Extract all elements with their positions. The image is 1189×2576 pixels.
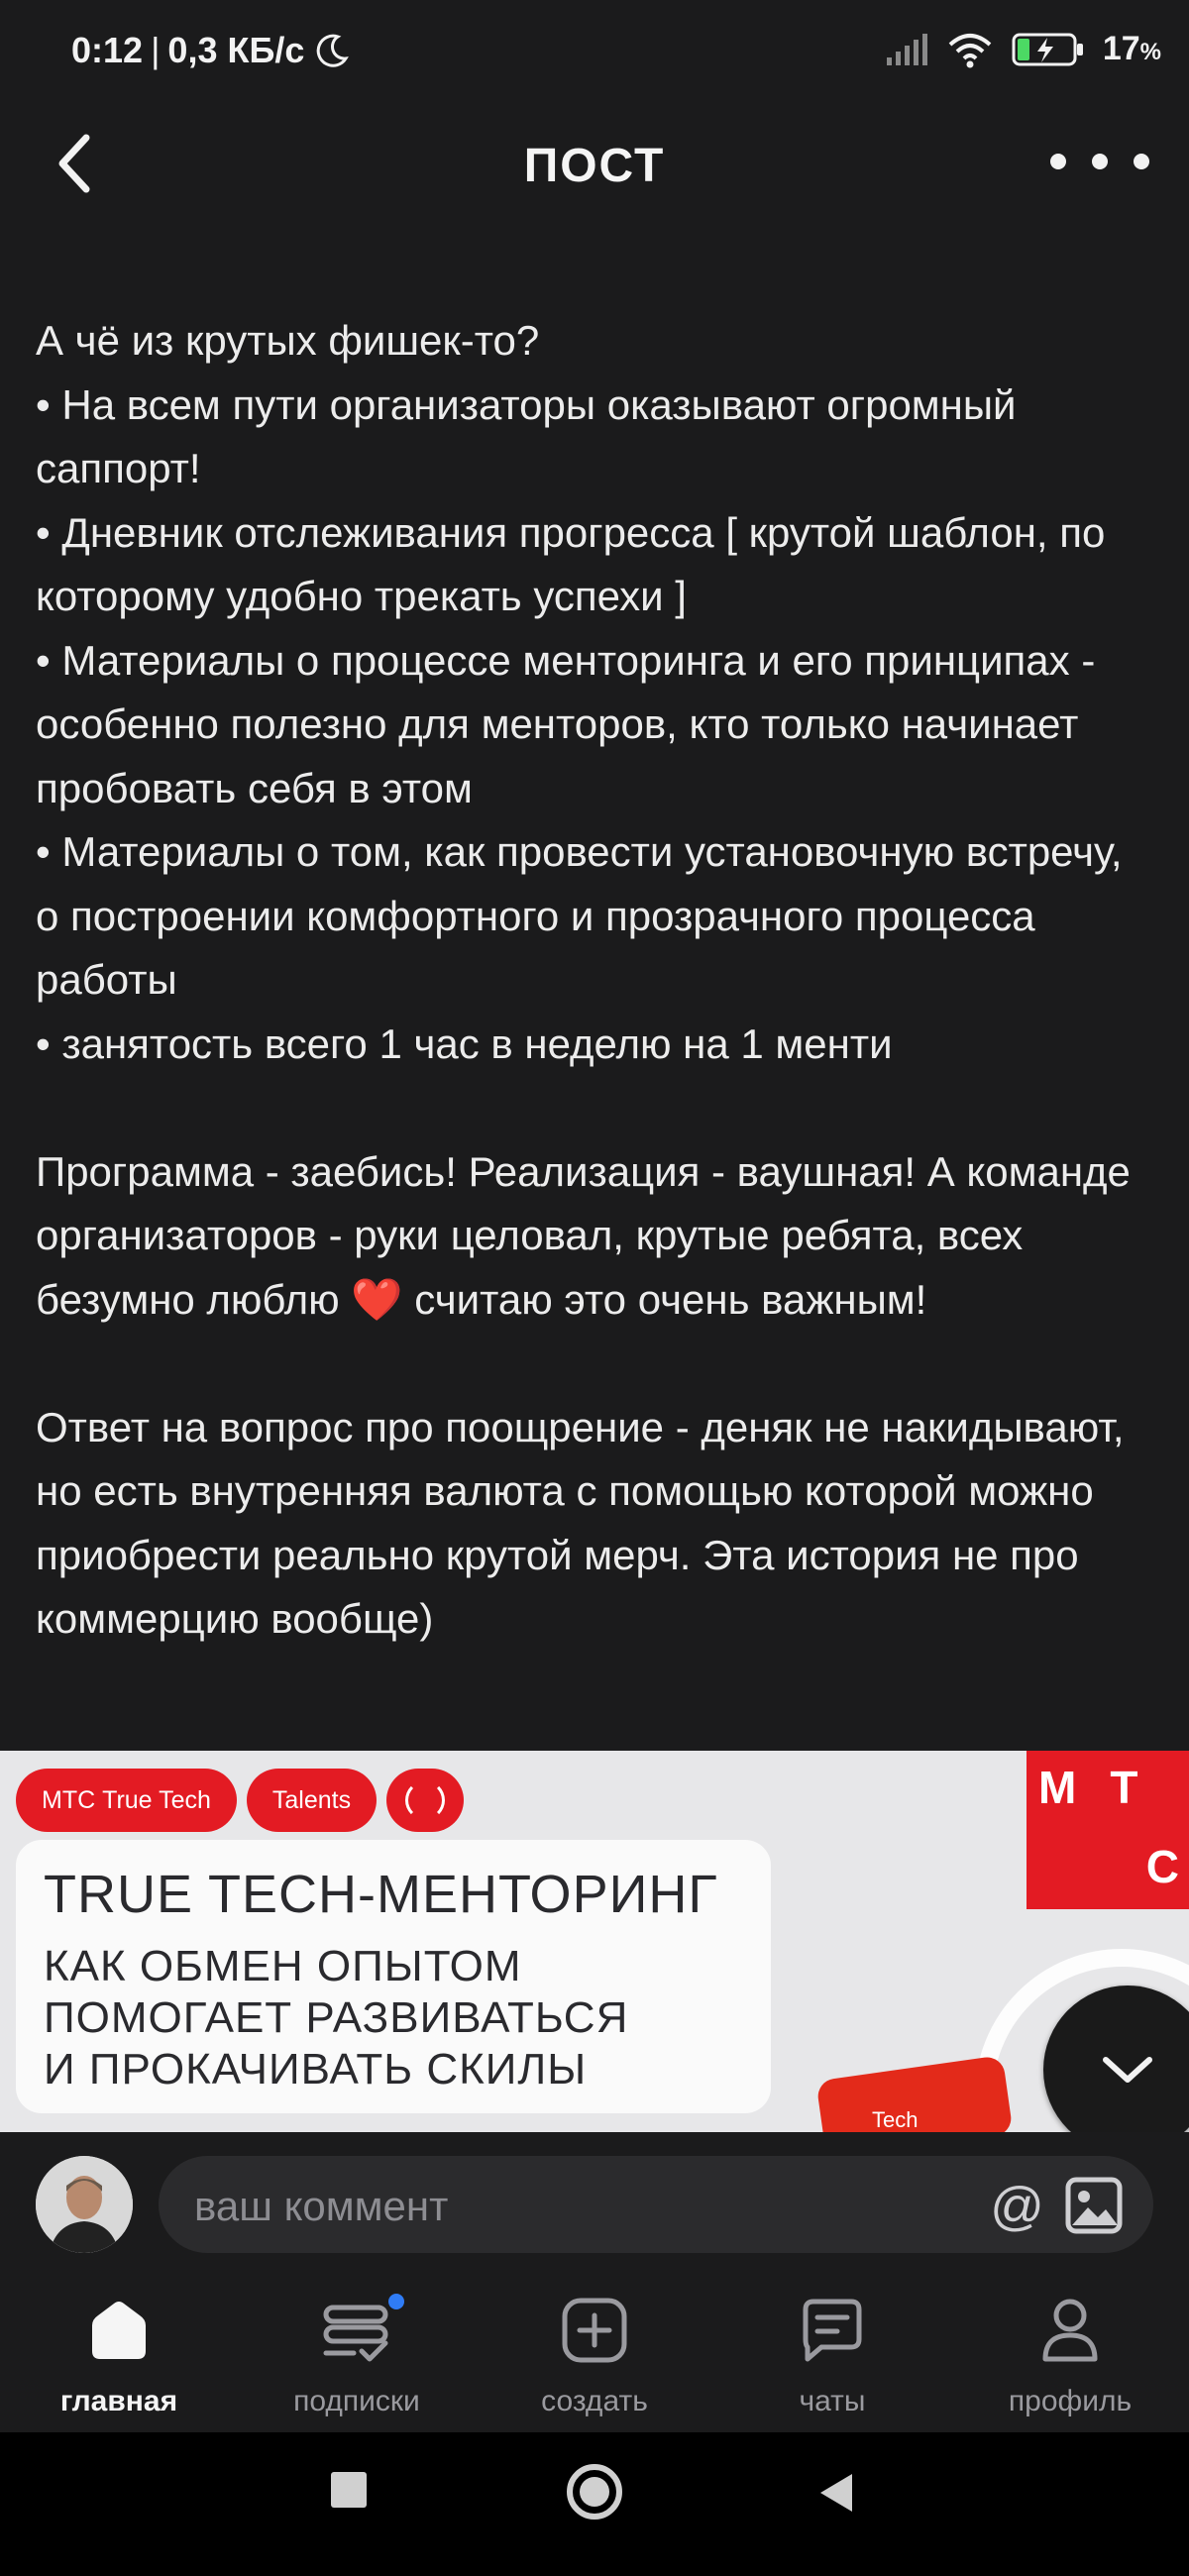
back-triangle-icon[interactable] <box>816 2472 856 2514</box>
nav-chats[interactable]: чаты <box>713 2274 951 2432</box>
create-plus-icon <box>562 2298 627 2363</box>
banner-chips: МТС True Tech Talents <box>16 1769 465 1832</box>
banner-chip-circle <box>386 1769 465 1832</box>
status-right: 17% <box>885 30 1161 68</box>
post-line: • Материалы о процессе менторинга и его … <box>36 636 1107 811</box>
recents-square-icon[interactable] <box>331 2472 367 2508</box>
home-icon <box>92 2302 146 2359</box>
post-paragraph: Программа - заебись! Реализация - ваушна… <box>36 1147 1142 1323</box>
chat-icon <box>803 2299 862 2362</box>
notification-dot <box>388 2294 404 2309</box>
post-text: А чё из крутых фишек-то? • На всем пути … <box>36 309 1155 1652</box>
heart-emoji: ❤️ <box>351 1275 403 1323</box>
system-nav-bar <box>0 2432 1189 2576</box>
more-dots-icon <box>1050 154 1066 169</box>
subscriptions-icon <box>323 2305 388 2362</box>
comment-placeholder: ваш коммент <box>194 2183 449 2229</box>
nav-label: главная <box>59 2385 178 2417</box>
wifi-icon <box>948 33 992 67</box>
moon-icon <box>317 34 350 67</box>
banner-title: TRUE TECH-МЕНТОРИНГ <box>44 1865 718 1924</box>
status-left: 0:12 | 0,3 КБ/с <box>71 30 352 71</box>
comment-bar: ваш коммент @ <box>0 2132 1189 2274</box>
banner-card: TRUE TECH-МЕНТОРИНГ КАК ОБМЕН ОПЫТОМ ПОМ… <box>16 1840 771 2113</box>
nav-label: чаты <box>799 2385 866 2417</box>
banner-chip: Talents <box>246 1769 378 1832</box>
device-label: Tech <box>872 2107 919 2132</box>
app-header: ПОСТ <box>0 109 1189 218</box>
home-circle-icon[interactable] <box>565 2462 624 2522</box>
mention-icon[interactable]: @ <box>990 2176 1044 2237</box>
post-line: А чё из крутых фишек-то? <box>36 317 540 364</box>
banner-chip: МТС True Tech <box>16 1769 237 1832</box>
profile-icon <box>1042 2299 1098 2362</box>
clock: 0:12 <box>71 30 144 70</box>
nav-create[interactable]: создать <box>476 2274 713 2432</box>
battery-level: 17% <box>1102 30 1161 67</box>
nav-home[interactable]: главная <box>0 2274 238 2432</box>
post-line: • занятость всего 1 час в неделю на 1 ме… <box>36 1020 893 1067</box>
post-line: • Дневник отслеживания прогресса [ круто… <box>36 508 1118 620</box>
signal-icon <box>886 33 927 65</box>
image-attach-icon[interactable] <box>1064 2176 1124 2235</box>
bottom-nav: главная подписки создать чаты профиль <box>0 2274 1189 2432</box>
post-line: • Материалы о том, как провести установо… <box>36 828 1135 1003</box>
more-button[interactable] <box>1050 137 1149 186</box>
mts-logo: МТ С <box>1027 1751 1189 1909</box>
nav-subscriptions[interactable]: подписки <box>238 2274 476 2432</box>
banner-subtitle: КАК ОБМЕН ОПЫТОМ ПОМОГАЕТ РАЗВИВАТЬСЯ И … <box>44 1942 629 2093</box>
avatar[interactable] <box>36 2156 133 2253</box>
post-image[interactable]: МТС True Tech Talents TRUE TECH-МЕНТОРИН… <box>0 1751 1189 2132</box>
post-line: • На всем пути организаторы оказывают ог… <box>36 380 1028 492</box>
battery-charging-icon <box>1012 33 1083 65</box>
network-speed: 0,3 КБ/с <box>167 30 305 70</box>
status-bar: 0:12 | 0,3 КБ/с 17% <box>0 0 1189 109</box>
nav-label: подписки <box>293 2385 420 2417</box>
nav-profile[interactable]: профиль <box>951 2274 1189 2432</box>
nav-label: профиль <box>1008 2385 1133 2417</box>
chevron-down-icon <box>1103 2057 1152 2083</box>
status-separator: | <box>151 30 161 70</box>
comment-input[interactable]: ваш коммент @ <box>159 2156 1153 2253</box>
post-paragraph: Ответ на вопрос про поощрение - деняк не… <box>36 1403 1136 1643</box>
nav-label: создать <box>541 2385 648 2417</box>
page-title: ПОСТ <box>523 140 666 192</box>
